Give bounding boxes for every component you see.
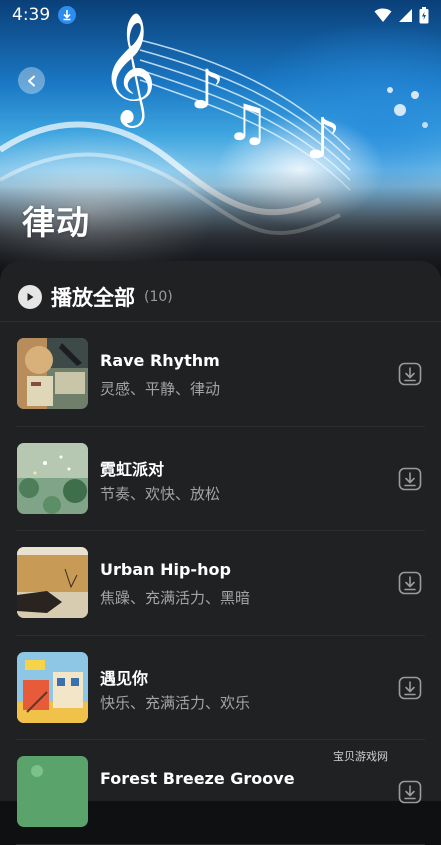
song-item[interactable]: Urban Hip-hop 焦躁、充满活力、黑暗 — [16, 531, 425, 636]
album-cover — [17, 756, 88, 827]
album-cover — [17, 338, 88, 409]
download-icon[interactable] — [398, 362, 422, 386]
album-cover — [17, 442, 88, 514]
header-banner: 𝄞 ♪ ♫ ♪ — [0, 0, 441, 300]
page-title: 律动 — [22, 203, 90, 242]
status-time: 4:39 — [12, 5, 51, 25]
svg-text:♫: ♫ — [225, 94, 270, 152]
back-arrow-icon — [27, 75, 35, 86]
song-title: 霓虹派对 — [100, 459, 165, 479]
song-list: Rave Rhythm 灵感、平静、律动 霓虹派对 节奏、欢快、放松 Urban… — [0, 322, 441, 845]
song-tags: 快乐、充满活力、欢乐 — [100, 693, 251, 712]
song-title: Rave Rhythm — [100, 351, 220, 370]
play-all-button[interactable]: 播放全部 (10) — [18, 282, 173, 312]
album-cover — [17, 651, 88, 723]
song-item[interactable]: 霓虹派对 节奏、欢快、放松 — [16, 427, 425, 531]
battery-icon — [419, 6, 429, 23]
song-title: 遇见你 — [100, 668, 149, 688]
song-item[interactable]: 遇见你 快乐、充满活力、欢乐 — [16, 636, 425, 740]
song-tags: 节奏、欢快、放松 — [100, 484, 221, 503]
song-tags: 灵感、平静、律动 — [100, 380, 221, 398]
svg-text:♪: ♪ — [305, 107, 341, 172]
album-cover — [17, 547, 88, 618]
status-bar: 4:39 — [0, 0, 441, 30]
download-icon[interactable] — [398, 571, 422, 595]
back-button[interactable] — [18, 67, 45, 94]
download-notification-icon — [58, 6, 77, 24]
signal-icon — [399, 8, 412, 22]
download-icon[interactable] — [398, 676, 422, 700]
play-icon — [18, 285, 42, 309]
song-tags: 焦躁、充满活力、黑暗 — [100, 589, 251, 607]
song-sheet: 播放全部 (10) Rave Rhythm 灵感、平静、律动 霓虹派对 节奏、欢… — [0, 261, 441, 845]
svg-text:♪: ♪ — [190, 58, 224, 121]
play-all-label: 播放全部 — [51, 286, 135, 310]
download-icon[interactable] — [398, 467, 422, 491]
watermark: 宝贝游戏网 — [333, 750, 388, 763]
song-title: Forest Breeze Groove — [100, 769, 295, 788]
song-item[interactable]: Rave Rhythm 灵感、平静、律动 — [16, 322, 425, 427]
wifi-icon — [374, 8, 392, 22]
song-title: Urban Hip-hop — [100, 560, 231, 579]
song-count: (10) — [144, 289, 173, 305]
